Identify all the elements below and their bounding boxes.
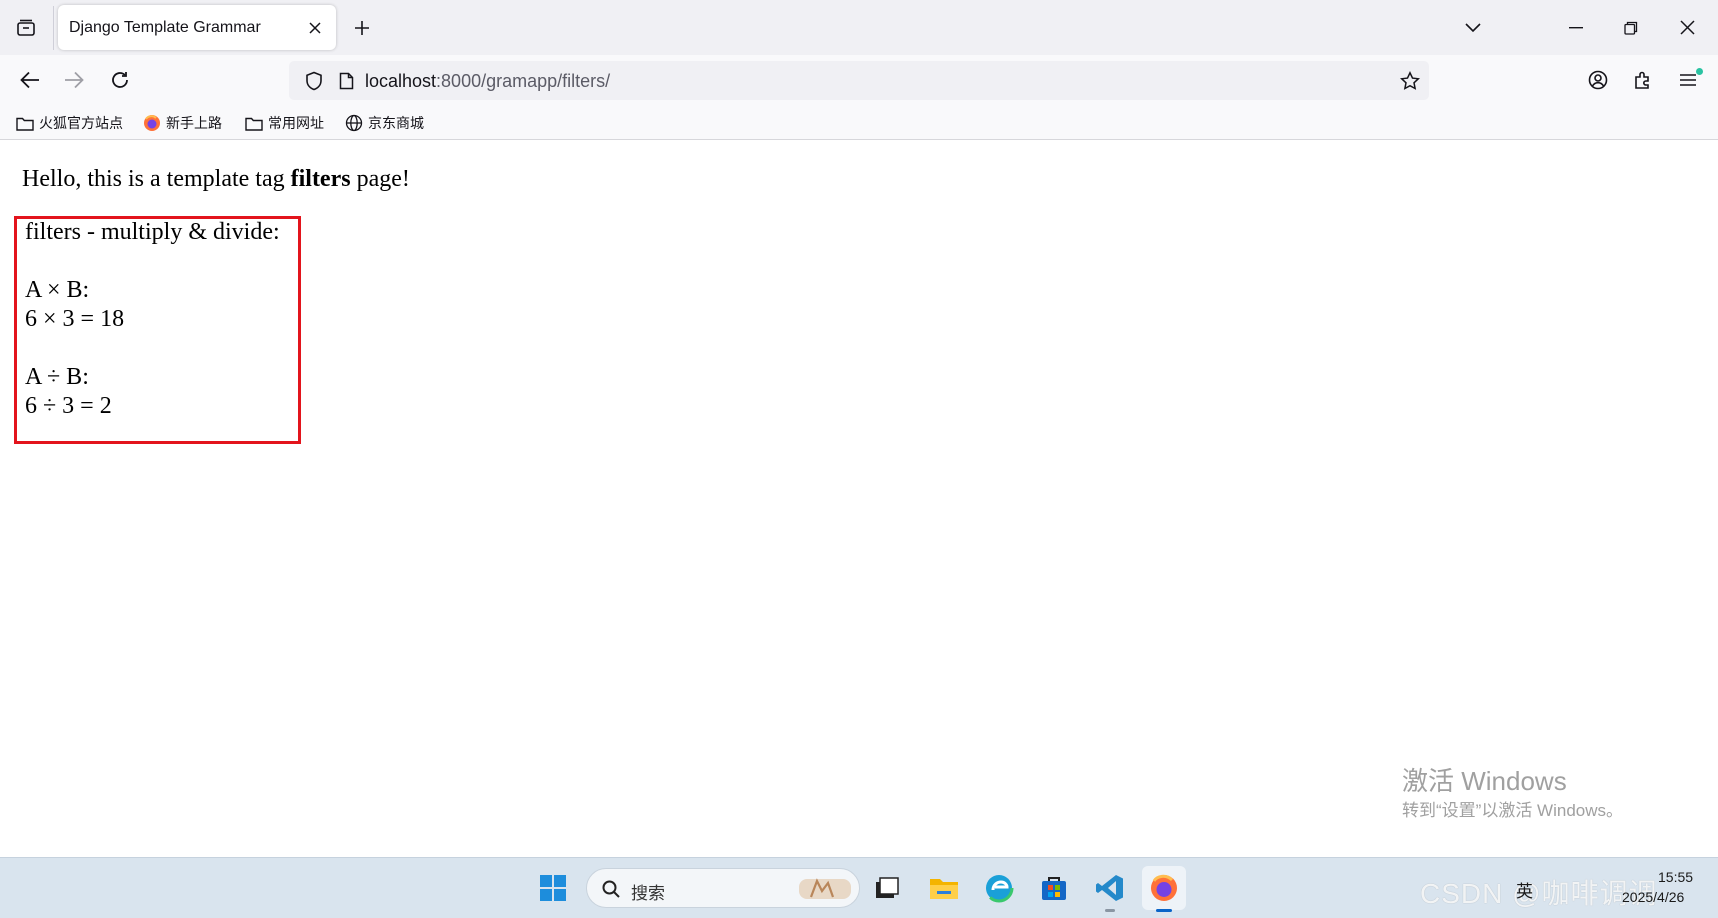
tab-separator	[53, 6, 54, 50]
reload-icon[interactable]	[101, 61, 139, 99]
search-icon	[602, 880, 620, 898]
bookmark-item[interactable]: 火狐官方站点	[16, 112, 123, 134]
intro-text-end: page!	[350, 166, 410, 192]
update-dot-icon	[1696, 68, 1703, 75]
running-indicator	[1105, 909, 1115, 912]
minimize-icon[interactable]	[1549, 0, 1603, 55]
bookmark-label: 新手上路	[166, 115, 222, 131]
globe-icon	[345, 114, 363, 132]
microsoft-store-icon[interactable]	[1032, 866, 1076, 910]
close-window-icon[interactable]	[1660, 0, 1714, 55]
tab-active[interactable]: Django Template Grammar	[58, 5, 336, 50]
url-text[interactable]: localhost:8000/gramapp/filters/	[365, 71, 610, 92]
firefox-taskbar-icon[interactable]	[1142, 866, 1186, 912]
task-view-icon[interactable]	[865, 866, 909, 910]
page-info-icon[interactable]	[333, 61, 359, 100]
intro-text: Hello, this is a template tag filters pa…	[22, 166, 410, 193]
bookmark-label: 常用网址	[268, 115, 324, 131]
bookmark-item[interactable]: 京东商城	[345, 112, 424, 134]
close-tab-icon[interactable]	[304, 17, 326, 39]
clock-time[interactable]: 15:55	[1658, 869, 1693, 885]
intro-text-bold: filters	[290, 166, 351, 192]
search-highlight-icon	[799, 878, 851, 899]
tab-strip: Django Template Grammar	[0, 0, 1718, 55]
input-language-indicator[interactable]: 英	[1516, 877, 1533, 902]
tab-list-icon[interactable]	[8, 10, 44, 46]
start-icon[interactable]	[531, 866, 575, 910]
filter-heading: filters - multiply & divide:	[25, 219, 280, 245]
multiply-label: A × B:	[25, 277, 90, 303]
firefox-icon	[144, 115, 160, 131]
file-explorer-icon[interactable]	[922, 866, 966, 910]
divide-result: 6 ÷ 3 = 2	[25, 393, 112, 419]
account-icon[interactable]	[1579, 61, 1617, 99]
bookmark-label: 火狐官方站点	[39, 115, 123, 131]
url-path: :8000/gramapp/filters/	[436, 71, 611, 91]
multiply-result: 6 × 3 = 18	[25, 306, 125, 332]
back-icon[interactable]	[11, 61, 49, 99]
highlighted-filter-box: filters - multiply & divide: A × B: 6 × …	[14, 216, 301, 444]
restore-icon[interactable]	[1604, 0, 1658, 55]
forward-icon[interactable]	[55, 61, 93, 99]
taskbar: 搜索 CSDN @咖啡调调 英 15:55 2025/4/26	[0, 857, 1718, 918]
bookmark-item[interactable]: 新手上路	[143, 112, 222, 134]
activation-watermark-subtitle: 转到“设置”以激活 Windows。	[1402, 801, 1624, 820]
taskbar-search-box[interactable]: 搜索	[586, 868, 860, 908]
bookmark-label: 京东商城	[368, 115, 424, 131]
navigation-toolbar: localhost:8000/gramapp/filters/	[0, 55, 1718, 106]
folder-icon	[16, 117, 34, 131]
intro-text-start: Hello, this is a template tag	[22, 166, 291, 192]
url-host: localhost	[365, 71, 437, 91]
tracking-protection-shield-icon[interactable]	[299, 61, 329, 100]
search-placeholder: 搜索	[631, 884, 665, 903]
active-indicator	[1156, 909, 1172, 912]
address-bar[interactable]: localhost:8000/gramapp/filters/	[289, 61, 1429, 100]
page-content: Hello, this is a template tag filters pa…	[0, 141, 1718, 857]
bookmark-star-icon[interactable]	[1395, 61, 1425, 100]
clock-date[interactable]: 2025/4/26	[1622, 889, 1684, 905]
new-tab-icon[interactable]	[344, 10, 380, 46]
activation-watermark-title: 激活 Windows	[1402, 766, 1567, 796]
tab-title: Django Template Grammar	[69, 19, 261, 36]
list-all-tabs-icon[interactable]	[1446, 0, 1500, 55]
folder-icon	[245, 117, 263, 131]
extensions-icon[interactable]	[1624, 61, 1662, 99]
edge-icon[interactable]	[977, 866, 1021, 910]
bookmarks-toolbar: 火狐官方站点 新手上路 常用网址 京东商城	[0, 106, 1718, 140]
vscode-icon[interactable]	[1088, 866, 1132, 912]
bookmark-item[interactable]: 常用网址	[245, 112, 324, 134]
menu-icon[interactable]	[1669, 61, 1707, 99]
divide-label: A ÷ B:	[25, 364, 89, 390]
